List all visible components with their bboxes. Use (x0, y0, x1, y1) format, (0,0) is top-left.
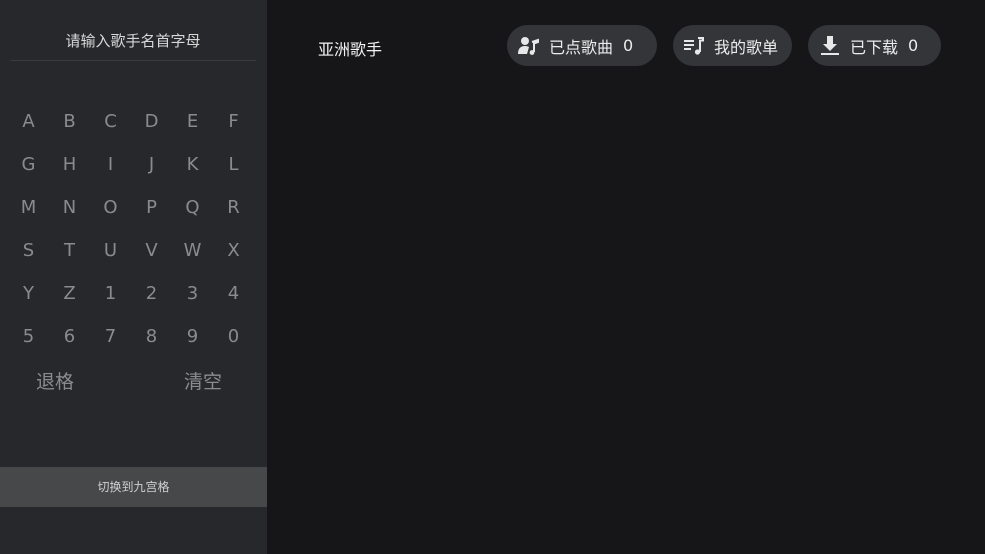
key-m[interactable]: M (8, 186, 49, 229)
my-playlist-label: 我的歌单 (714, 37, 779, 57)
key-g[interactable]: G (8, 143, 49, 186)
key-o[interactable]: O (90, 186, 131, 229)
key-y[interactable]: Y (8, 272, 49, 315)
downloaded-label: 已下载 (850, 37, 899, 57)
key-s[interactable]: S (8, 229, 49, 272)
key-8[interactable]: 8 (131, 315, 172, 358)
app-root: 请输入歌手名首字母 A B C D E F G H I J K L M N O (0, 0, 985, 554)
playlist-icon (682, 34, 706, 58)
key-4[interactable]: 4 (213, 272, 254, 315)
key-i[interactable]: I (90, 143, 131, 186)
switch-to-nine-grid-button[interactable]: 切换到九宫格 (0, 467, 267, 507)
key-w[interactable]: W (172, 229, 213, 272)
keyboard-row: 5 6 7 8 9 0 (8, 315, 254, 358)
key-p[interactable]: P (131, 186, 172, 229)
played-songs-count: 0 (623, 36, 634, 55)
downloaded-button[interactable]: 已下载 0 (808, 25, 941, 66)
key-x[interactable]: X (213, 229, 254, 272)
played-songs-label: 已点歌曲 (549, 37, 614, 57)
page-title: 亚洲歌手 (318, 40, 383, 59)
singer-note-icon (517, 34, 541, 58)
key-c[interactable]: C (90, 100, 131, 143)
keyboard-row: S T U V W X (8, 229, 254, 272)
key-0[interactable]: 0 (213, 315, 254, 358)
keyboard-row: G H I J K L (8, 143, 254, 186)
key-3[interactable]: 3 (172, 272, 213, 315)
key-q[interactable]: Q (172, 186, 213, 229)
key-7[interactable]: 7 (90, 315, 131, 358)
keyboard-actions: 退格 清空 (0, 362, 267, 402)
keyboard-row: M N O P Q R (8, 186, 254, 229)
key-z[interactable]: Z (49, 272, 90, 315)
key-d[interactable]: D (131, 100, 172, 143)
download-icon (818, 34, 842, 58)
clear-button[interactable]: 清空 (184, 362, 222, 402)
key-1[interactable]: 1 (90, 272, 131, 315)
keyboard-row: Y Z 1 2 3 4 (8, 272, 254, 315)
key-b[interactable]: B (49, 100, 90, 143)
key-h[interactable]: H (49, 143, 90, 186)
key-6[interactable]: 6 (49, 315, 90, 358)
keyboard-row: A B C D E F (8, 100, 254, 143)
downloaded-count: 0 (908, 36, 919, 55)
key-5[interactable]: 5 (8, 315, 49, 358)
key-9[interactable]: 9 (172, 315, 213, 358)
key-v[interactable]: V (131, 229, 172, 272)
key-l[interactable]: L (213, 143, 254, 186)
key-f[interactable]: F (213, 100, 254, 143)
key-r[interactable]: R (213, 186, 254, 229)
played-songs-button[interactable]: 已点歌曲 0 (507, 25, 657, 66)
key-j[interactable]: J (131, 143, 172, 186)
key-k[interactable]: K (172, 143, 213, 186)
search-prompt: 请输入歌手名首字母 (10, 0, 256, 61)
letter-keyboard: A B C D E F G H I J K L M N O P Q R S T … (8, 100, 254, 358)
key-t[interactable]: T (49, 229, 90, 272)
key-a[interactable]: A (8, 100, 49, 143)
key-2[interactable]: 2 (131, 272, 172, 315)
backspace-button[interactable]: 退格 (36, 362, 74, 402)
left-panel: 请输入歌手名首字母 A B C D E F G H I J K L M N O (0, 0, 267, 554)
key-e[interactable]: E (172, 100, 213, 143)
my-playlist-button[interactable]: 我的歌单 (673, 25, 792, 66)
key-u[interactable]: U (90, 229, 131, 272)
key-n[interactable]: N (49, 186, 90, 229)
